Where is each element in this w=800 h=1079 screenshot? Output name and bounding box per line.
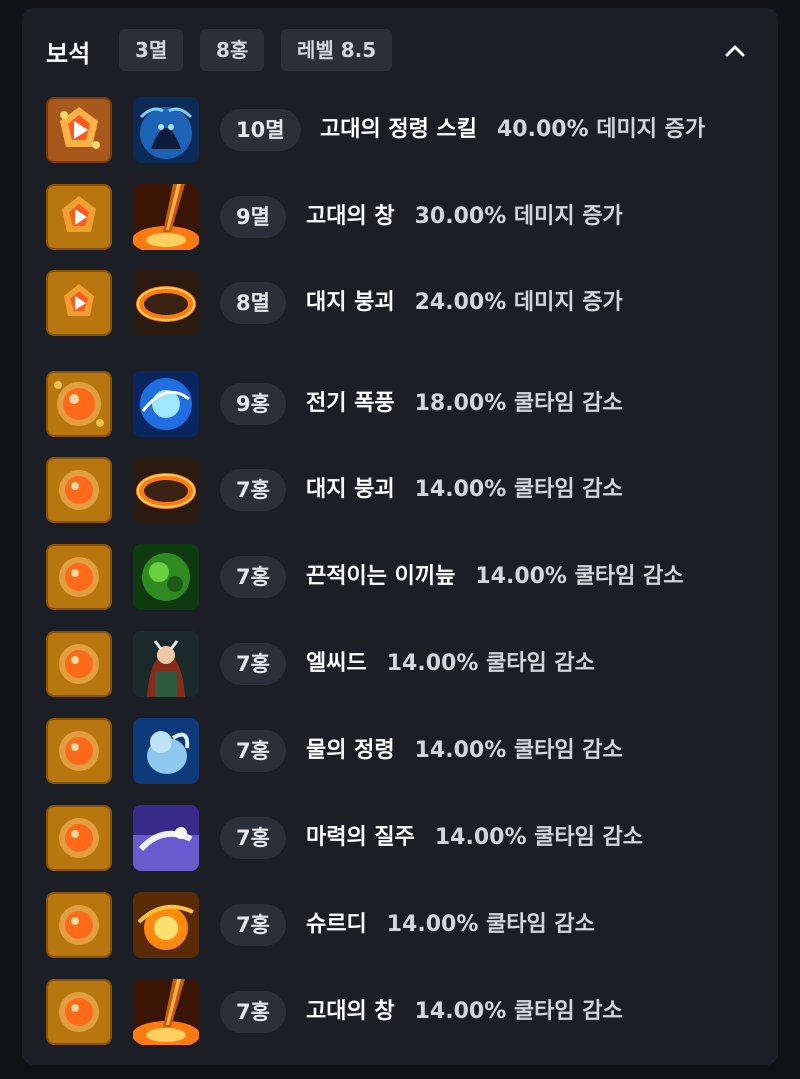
- cooldown-gem-icon: [46, 718, 112, 784]
- gem-level-tag: 7홍: [220, 817, 286, 859]
- gem-effect: 18.00% 쿨타임 감소: [414, 391, 623, 416]
- gem-level-tag: 7홍: [220, 643, 286, 685]
- gem-skill-name: 고대의 창: [306, 999, 395, 1024]
- cooldown-gem-icon: [46, 544, 112, 610]
- cooldown-gem-icon: [46, 631, 112, 697]
- skill-ancient-spirit-icon: [133, 97, 199, 163]
- gem-effect: 14.00% 쿨타임 감소: [386, 912, 595, 937]
- gem-level-tag: 7홍: [220, 730, 286, 772]
- summary-chip-damage-gems: 3멸: [119, 29, 184, 71]
- gem-skill-name: 대지 붕괴: [306, 290, 395, 315]
- gem-row[interactable]: 7홍 슈르디 14.00% 쿨타임 감소: [22, 892, 778, 958]
- gem-skill-name: 대지 붕괴: [306, 477, 395, 502]
- gem-effect: 24.00% 데미지 증가: [414, 290, 623, 315]
- gem-skill-name: 마력의 질주: [306, 825, 415, 850]
- skill-ancient-spear-icon: [133, 979, 199, 1045]
- gem-row[interactable]: 7홍 엘씨드 14.00% 쿨타임 감소: [22, 631, 778, 697]
- gem-row[interactable]: 7홍 대지 붕괴 14.00% 쿨타임 감소: [22, 457, 778, 523]
- chevron-up-icon: [725, 45, 745, 57]
- gem-level-tag: 8멸: [220, 282, 286, 324]
- skill-ancient-spear-icon: [133, 184, 199, 250]
- gem-row[interactable]: 7홍 마력의 질주 14.00% 쿨타임 감소: [22, 805, 778, 871]
- skill-electric-storm-icon: [133, 371, 199, 437]
- gem-row[interactable]: 9멸 고대의 창 30.00% 데미지 증가: [22, 184, 778, 250]
- gem-level-tag: 9멸: [220, 196, 286, 238]
- gem-effect: 14.00% 쿨타임 감소: [414, 738, 623, 763]
- gem-row[interactable]: 7홍 고대의 창 14.00% 쿨타임 감소: [22, 979, 778, 1045]
- gem-row[interactable]: 10멸 고대의 정령 스킬 40.00% 데미지 증가: [22, 97, 778, 163]
- gem-row[interactable]: 9홍 전기 폭풍 18.00% 쿨타임 감소: [22, 371, 778, 437]
- gem-effect: 14.00% 쿨타임 감소: [434, 825, 644, 850]
- skill-mana-rush-icon: [133, 805, 199, 871]
- gem-skill-name: 끈적이는 이끼늪: [306, 564, 456, 589]
- gem-skill-name: 물의 정령: [306, 738, 395, 763]
- gem-level-tag: 7홍: [220, 991, 286, 1033]
- gem-effect: 14.00% 쿨타임 감소: [414, 999, 623, 1024]
- gem-skill-name: 고대의 창: [306, 204, 395, 229]
- cooldown-gem-icon: [46, 805, 112, 871]
- gem-level-tag: 7홍: [220, 556, 286, 598]
- cooldown-gem-icon: [46, 371, 112, 437]
- gem-row[interactable]: 8멸 대지 붕괴 24.00% 데미지 증가: [22, 270, 778, 336]
- gem-skill-name: 엘씨드: [306, 651, 367, 676]
- gem-skill-name: 슈르디: [306, 912, 367, 937]
- gem-row[interactable]: 7홍 물의 정령 14.00% 쿨타임 감소: [22, 718, 778, 784]
- summary-chip-average-level: 레벨 8.5: [281, 29, 393, 71]
- collapse-button[interactable]: [719, 35, 751, 67]
- skill-earth-collapse-icon: [133, 457, 199, 523]
- cooldown-gem-icon: [46, 457, 112, 523]
- summary-chip-cooldown-gems: 8홍: [200, 29, 265, 71]
- damage-gem-icon: [46, 184, 112, 250]
- skill-earth-collapse-icon: [133, 270, 199, 336]
- section-title: 보석: [46, 40, 91, 68]
- gem-skill-name: 고대의 정령 스킬: [320, 117, 477, 142]
- skill-water-spirit-icon: [133, 718, 199, 784]
- damage-gem-icon: [46, 97, 112, 163]
- gem-effect: 30.00% 데미지 증가: [414, 204, 623, 229]
- damage-gem-icon: [46, 270, 112, 336]
- cooldown-gem-icon: [46, 979, 112, 1045]
- gem-effect: 14.00% 쿨타임 감소: [475, 564, 684, 589]
- gem-level-tag: 9홍: [220, 383, 286, 425]
- skill-shurdi-icon: [133, 892, 199, 958]
- cooldown-gem-icon: [46, 892, 112, 958]
- skill-sticky-moss-icon: [133, 544, 199, 610]
- gem-effect: 40.00% 데미지 증가: [497, 117, 706, 142]
- gem-skill-name: 전기 폭풍: [306, 391, 395, 416]
- gem-level-tag: 10멸: [220, 109, 301, 151]
- gem-level-tag: 7홍: [220, 904, 286, 946]
- gem-effect: 14.00% 쿨타임 감소: [386, 651, 595, 676]
- gem-panel-header[interactable]: 보석 3멸 8홍 레벨 8.5: [22, 8, 778, 92]
- gem-panel: 보석 3멸 8홍 레벨 8.5 10멸 고대의 정령 스킬 40.00% 데미지…: [22, 8, 778, 1065]
- skill-elcid-icon: [133, 631, 199, 697]
- gem-row[interactable]: 7홍 끈적이는 이끼늪 14.00% 쿨타임 감소: [22, 544, 778, 610]
- gem-level-tag: 7홍: [220, 469, 286, 511]
- gem-effect: 14.00% 쿨타임 감소: [414, 477, 623, 502]
